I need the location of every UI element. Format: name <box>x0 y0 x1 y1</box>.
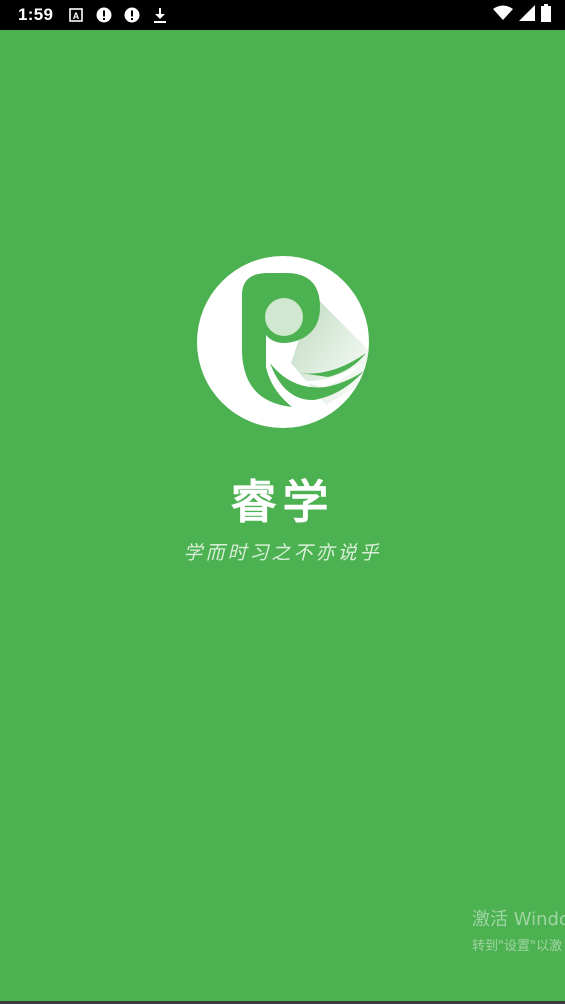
alert-icon <box>95 6 113 24</box>
signal-icon <box>519 5 535 25</box>
r-logo-icon <box>196 255 370 429</box>
alert-icon <box>123 6 141 24</box>
wifi-icon <box>493 5 513 25</box>
status-bar: 1:59 A <box>0 0 565 30</box>
watermark-subtitle: 转到"设置"以激 <box>472 939 562 954</box>
download-icon <box>151 6 169 24</box>
status-time: 1:59 <box>18 5 54 24</box>
battery-icon <box>541 4 551 26</box>
windows-activation-watermark: 激活 Windo 转到"设置"以激 <box>472 905 565 954</box>
app-slogan: 学而时习之不亦说乎 <box>183 542 382 564</box>
watermark-title: 激活 Windo <box>472 909 565 930</box>
app-name: 睿学 <box>230 475 335 529</box>
splash-screen: 1:59 A 睿学 学而时习之不亦说乎 激活 Windo 转到"设置"以激 <box>0 0 565 1004</box>
status-right-icons <box>493 4 551 26</box>
font-a-icon: A <box>67 6 85 24</box>
svg-text:A: A <box>73 11 80 21</box>
